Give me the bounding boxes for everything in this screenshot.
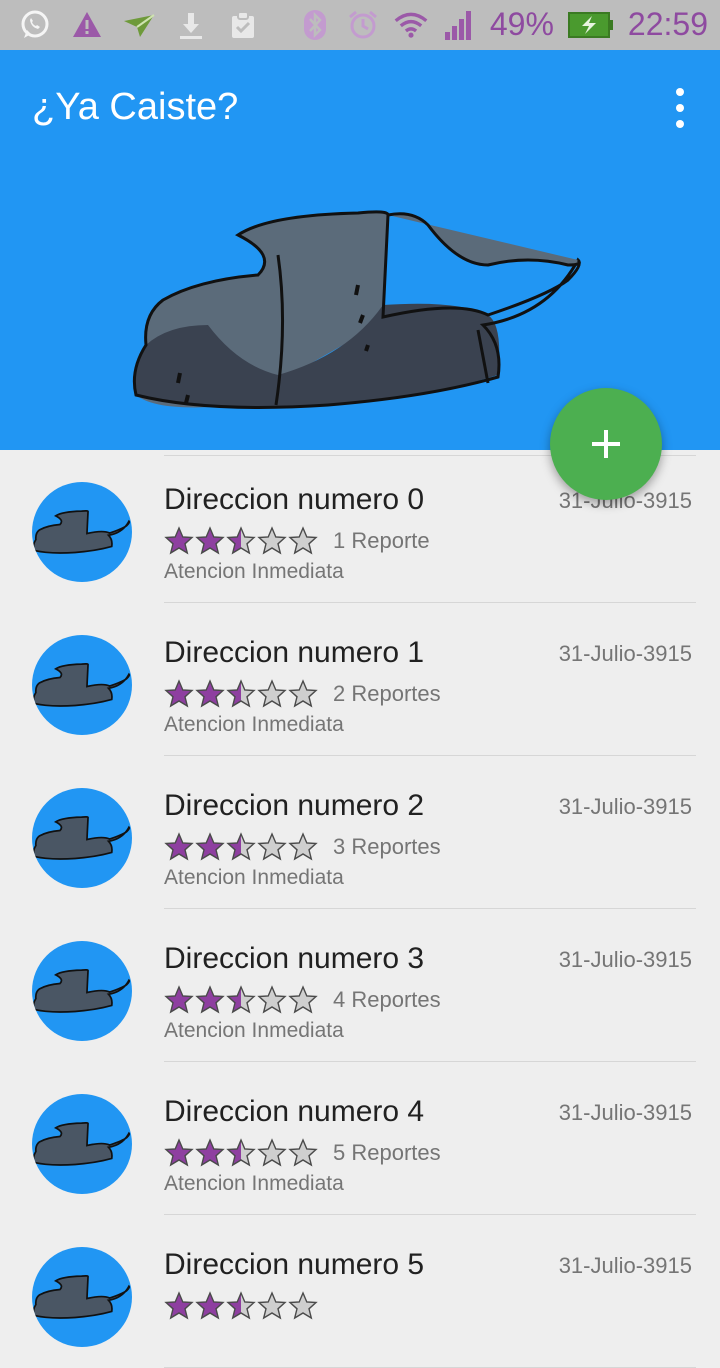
item-date: 31-Julio-3915 xyxy=(558,947,692,972)
item-title: Direccion numero 1 xyxy=(164,636,425,669)
alarm-icon xyxy=(346,8,380,42)
rating-bar xyxy=(164,1291,333,1321)
avatar xyxy=(32,1094,132,1194)
system-icons: 49% 22:59 xyxy=(298,6,708,43)
star-icon xyxy=(226,832,256,861)
more-vertical-icon[interactable] xyxy=(672,88,688,128)
rating-stars xyxy=(164,526,319,556)
star-icon xyxy=(257,985,287,1014)
rating-stars xyxy=(164,679,319,709)
item-date: 31-Julio-3915 xyxy=(558,1253,692,1278)
clock: 22:59 xyxy=(627,6,708,42)
item-title: Direccion numero 4 xyxy=(164,1095,425,1128)
rating-bar: 5 Reportes xyxy=(164,1138,441,1168)
item-subtitle: Atencion Inmediata xyxy=(164,1019,344,1042)
item-date: 31-Julio-3915 xyxy=(558,641,692,666)
star-icon xyxy=(164,679,194,708)
star-icon xyxy=(226,526,256,555)
star-icon xyxy=(257,832,287,861)
rating-bar: 3 Reportes xyxy=(164,832,441,862)
rating-bar: 2 Reportes xyxy=(164,679,441,709)
star-icon xyxy=(195,985,225,1014)
star-icon xyxy=(288,679,318,708)
list-item[interactable]: Direccion numero 1 31-Julio-3915 2 Repor… xyxy=(0,603,720,756)
avatar xyxy=(32,635,132,735)
star-icon xyxy=(226,1138,256,1167)
app-title: ¿Ya Caiste? xyxy=(32,86,239,128)
star-icon xyxy=(288,1138,318,1167)
rating-stars xyxy=(164,832,319,862)
add-fab-button[interactable] xyxy=(550,388,662,500)
item-subtitle: Atencion Inmediata xyxy=(164,713,344,736)
download-icon xyxy=(174,8,208,42)
avatar xyxy=(32,482,132,582)
star-icon xyxy=(257,679,287,708)
rating-stars xyxy=(164,1138,319,1168)
whatsapp-icon xyxy=(18,8,52,42)
rating-stars xyxy=(164,985,319,1015)
avatar xyxy=(32,941,132,1041)
star-icon xyxy=(226,985,256,1014)
avatar xyxy=(32,788,132,888)
item-title: Direccion numero 3 xyxy=(164,942,425,975)
star-icon xyxy=(226,1291,256,1320)
list-item[interactable]: Direccion numero 2 31-Julio-3915 3 Repor… xyxy=(0,756,720,909)
warning-icon xyxy=(70,8,104,42)
wifi-icon xyxy=(394,8,428,42)
star-icon xyxy=(257,526,287,555)
bluetooth-icon xyxy=(298,8,332,42)
star-icon xyxy=(257,1291,287,1320)
report-count: 5 Reportes xyxy=(333,1140,441,1165)
star-icon xyxy=(195,1138,225,1167)
item-title: Direccion numero 0 xyxy=(164,483,425,516)
star-icon xyxy=(288,832,318,861)
address-list: Direccion numero 0 31-Julio-3915 1 Repor… xyxy=(0,450,720,1368)
battery-icon xyxy=(567,8,614,42)
star-icon xyxy=(164,832,194,861)
send-icon xyxy=(122,8,156,42)
avatar xyxy=(32,1247,132,1347)
signal-icon xyxy=(442,8,476,42)
item-subtitle: Atencion Inmediata xyxy=(164,1172,344,1195)
star-icon xyxy=(164,1138,194,1167)
list-item[interactable]: Direccion numero 4 31-Julio-3915 5 Repor… xyxy=(0,1062,720,1215)
report-count: 2 Reportes xyxy=(333,681,441,706)
star-icon xyxy=(164,526,194,555)
item-subtitle: Atencion Inmediata xyxy=(164,560,344,583)
item-date: 31-Julio-3915 xyxy=(558,1100,692,1125)
list-item[interactable]: Direccion numero 3 31-Julio-3915 4 Repor… xyxy=(0,909,720,1062)
plus-icon xyxy=(592,430,620,458)
report-count: 3 Reportes xyxy=(333,834,441,859)
star-icon xyxy=(288,526,318,555)
star-icon xyxy=(195,832,225,861)
star-icon xyxy=(195,526,225,555)
item-date: 31-Julio-3915 xyxy=(558,794,692,819)
notification-icons xyxy=(18,8,260,42)
item-subtitle: Atencion Inmediata xyxy=(164,866,344,889)
hero-illustration xyxy=(132,210,581,409)
battery-percent: 49% xyxy=(489,6,554,42)
star-icon xyxy=(226,679,256,708)
rating-stars xyxy=(164,1291,319,1321)
star-icon xyxy=(195,1291,225,1320)
list-item[interactable]: Direccion numero 5 31-Julio-3915 xyxy=(0,1215,720,1368)
star-icon xyxy=(288,1291,318,1320)
item-title: Direccion numero 5 xyxy=(164,1248,425,1281)
clipboard-icon xyxy=(226,8,260,42)
rating-bar: 4 Reportes xyxy=(164,985,441,1015)
star-icon xyxy=(164,1291,194,1320)
item-title: Direccion numero 2 xyxy=(164,789,425,822)
star-icon xyxy=(164,985,194,1014)
status-bar: 49% 22:59 xyxy=(0,0,720,50)
rating-bar: 1 Reporte xyxy=(164,526,430,556)
star-icon xyxy=(195,679,225,708)
report-count: 4 Reportes xyxy=(333,987,441,1012)
report-count: 1 Reporte xyxy=(333,528,430,553)
star-icon xyxy=(288,985,318,1014)
star-icon xyxy=(257,1138,287,1167)
